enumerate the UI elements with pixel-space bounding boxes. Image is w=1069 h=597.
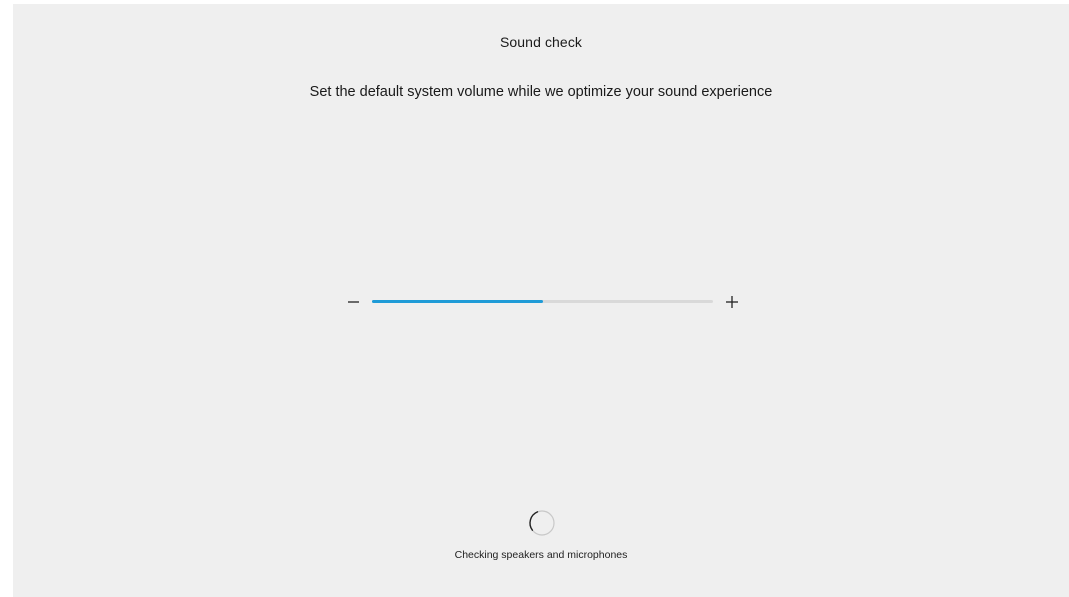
page-title: Sound check <box>499 34 583 50</box>
volume-increase-button[interactable] <box>721 291 743 313</box>
volume-slider-fill <box>372 300 543 303</box>
volume-decrease-button[interactable] <box>343 291 365 313</box>
volume-slider[interactable] <box>372 300 713 303</box>
minus-icon <box>348 301 359 303</box>
sound-check-panel: Sound check Set the default system volum… <box>13 4 1069 597</box>
volume-control <box>343 291 743 313</box>
page-subtitle: Set the default system volume while we o… <box>309 84 773 100</box>
loading-spinner-icon <box>528 509 556 537</box>
status-text: Checking speakers and microphones <box>454 549 628 561</box>
plus-icon <box>726 296 738 308</box>
